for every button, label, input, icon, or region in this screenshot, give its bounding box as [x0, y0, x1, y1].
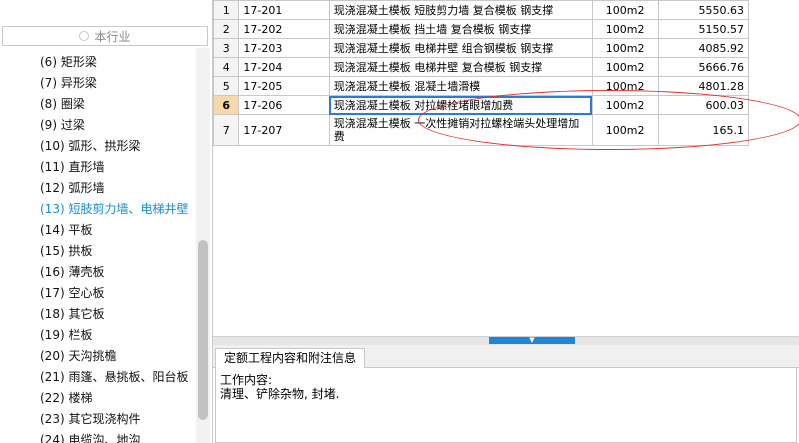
quota-name[interactable]: 现浇混凝土模板 一次性摊销对拉螺栓端头处理增加费 — [328, 114, 593, 146]
tree-item[interactable]: (24) 电缆沟、地沟 — [40, 430, 140, 443]
quota-code[interactable]: 17-204 — [238, 57, 330, 77]
left-panel: 本行业 (6) 矩形梁 (7) 异形梁 (8) 圈梁 (9) 过梁 (10) 弧… — [0, 0, 213, 443]
work-content-panel: 工作内容: 清理、铲除杂物, 封堵. — [215, 368, 797, 443]
quota-amount[interactable]: 5550.63 — [657, 0, 750, 20]
tree-item[interactable]: (16) 薄壳板 — [40, 262, 104, 282]
scrollbar-thumb[interactable] — [198, 240, 208, 420]
right-panel: 1 17-201 现浇混凝土模板 短肢剪力墙 复合模板 钢支撑 100m2 55… — [212, 0, 799, 443]
tree-item[interactable]: (15) 拱板 — [40, 241, 92, 261]
quota-code[interactable]: 17-206 — [238, 95, 330, 115]
quota-name[interactable]: 现浇混凝土模板 挡土墙 复合模板 钢支撑 — [328, 19, 593, 39]
tree-item[interactable]: (23) 其它现浇构件 — [40, 409, 140, 429]
row-number: 1 — [212, 0, 240, 20]
tree-item-selected[interactable]: (13) 短肢剪力墙、电梯井壁 — [40, 199, 188, 219]
quota-unit[interactable]: 100m2 — [591, 57, 659, 77]
tree-item[interactable]: (17) 空心板 — [40, 283, 104, 303]
tree-item[interactable]: (11) 直形墙 — [40, 157, 104, 177]
quota-unit[interactable]: 100m2 — [591, 38, 659, 58]
tree-item[interactable]: (10) 弧形、拱形梁 — [40, 136, 140, 156]
table-row[interactable]: 2 17-202 现浇混凝土模板 挡土墙 复合模板 钢支撑 100m2 5150… — [212, 19, 750, 39]
quota-amount[interactable]: 5150.57 — [657, 19, 750, 39]
tree-item[interactable]: (12) 弧形墙 — [40, 178, 104, 198]
panel-splitter[interactable]: ▼ — [213, 336, 799, 345]
tree-item[interactable]: (6) 矩形梁 — [40, 52, 97, 72]
left-top-strip — [0, 0, 212, 24]
tree-item[interactable]: (14) 平板 — [40, 220, 92, 240]
row-number: 7 — [212, 114, 240, 146]
row-number: 4 — [212, 57, 240, 77]
tab-quota-info[interactable]: 定额工程内容和附注信息 — [215, 348, 366, 368]
tree-item[interactable]: (8) 圈梁 — [40, 94, 85, 114]
quota-table: 1 17-201 现浇混凝土模板 短肢剪力墙 复合模板 钢支撑 100m2 55… — [212, 0, 750, 146]
tree-scrollbar[interactable] — [196, 48, 210, 443]
tree-item[interactable]: (18) 其它板 — [40, 304, 104, 324]
table-row[interactable]: 5 17-205 现浇混凝土模板 混凝土墙滑模 100m2 4801.28 — [212, 76, 750, 96]
row-number: 2 — [212, 19, 240, 39]
tree-item[interactable]: (19) 栏板 — [40, 325, 92, 345]
quota-amount[interactable]: 4801.28 — [657, 76, 750, 96]
tree-item[interactable]: (21) 雨篷、悬挑板、阳台板 — [40, 367, 188, 387]
quota-code[interactable]: 17-207 — [238, 114, 330, 146]
quota-name[interactable]: 现浇混凝土模板 短肢剪力墙 复合模板 钢支撑 — [328, 0, 593, 20]
industry-button-label: 本行业 — [94, 29, 131, 44]
quota-code[interactable]: 17-202 — [238, 19, 330, 39]
quota-unit[interactable]: 100m2 — [591, 0, 659, 20]
splitter-grip[interactable]: ▼ — [489, 337, 575, 344]
quota-amount[interactable]: 165.1 — [657, 114, 750, 146]
quota-code[interactable]: 17-203 — [238, 38, 330, 58]
row-number: 6 — [212, 95, 240, 115]
table-row[interactable]: 3 17-203 现浇混凝土模板 电梯井壁 组合钢模板 钢支撑 100m2 40… — [212, 38, 750, 58]
tree-item[interactable]: (9) 过梁 — [40, 115, 85, 135]
quota-unit[interactable]: 100m2 — [591, 19, 659, 39]
quota-name[interactable]: 现浇混凝土模板 混凝土墙滑模 — [328, 76, 593, 96]
tree-item[interactable]: (7) 异形梁 — [40, 73, 97, 93]
quota-amount[interactable]: 600.03 — [657, 95, 750, 115]
work-content-body: 清理、铲除杂物, 封堵. — [220, 387, 340, 401]
table-row-selected[interactable]: 6 17-206 现浇混凝土模板 对拉螺栓堵眼增加费 100m2 600.03 — [212, 95, 750, 115]
info-tabbar: 定额工程内容和附注信息 — [213, 345, 799, 368]
quota-unit[interactable]: 100m2 — [591, 76, 659, 96]
quota-name[interactable]: 现浇混凝土模板 电梯井壁 组合钢模板 钢支撑 — [328, 38, 593, 58]
row-number: 5 — [212, 76, 240, 96]
quota-code[interactable]: 17-201 — [238, 0, 330, 20]
radio-icon — [79, 31, 90, 41]
quota-amount[interactable]: 4085.92 — [657, 38, 750, 58]
quota-unit[interactable]: 100m2 — [591, 95, 659, 115]
table-row[interactable]: 1 17-201 现浇混凝土模板 短肢剪力墙 复合模板 钢支撑 100m2 55… — [212, 0, 750, 20]
table-row[interactable]: 4 17-204 现浇混凝土模板 电梯井壁 复合模板 钢支撑 100m2 566… — [212, 57, 750, 77]
quota-amount[interactable]: 5666.76 — [657, 57, 750, 77]
table-row[interactable]: 7 17-207 现浇混凝土模板 一次性摊销对拉螺栓端头处理增加费 100m2 … — [212, 114, 750, 146]
work-content-title: 工作内容: — [220, 373, 273, 387]
row-number: 3 — [212, 38, 240, 58]
tree-item[interactable]: (20) 天沟挑檐 — [40, 346, 116, 366]
quota-name-active-cell[interactable]: 现浇混凝土模板 对拉螺栓堵眼增加费 — [328, 95, 593, 115]
industry-button[interactable]: 本行业 — [2, 26, 208, 46]
tree-item[interactable]: (22) 楼梯 — [40, 388, 92, 408]
quota-code[interactable]: 17-205 — [238, 76, 330, 96]
quota-unit[interactable]: 100m2 — [591, 114, 659, 146]
chevron-down-icon: ▼ — [529, 336, 535, 344]
quota-name[interactable]: 现浇混凝土模板 电梯井壁 复合模板 钢支撑 — [328, 57, 593, 77]
